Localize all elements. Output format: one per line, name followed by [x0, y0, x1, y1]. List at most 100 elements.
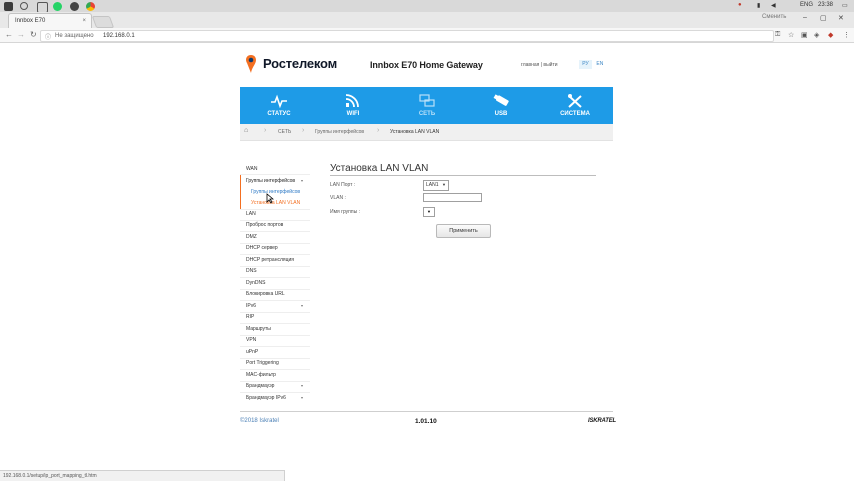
menu-icon[interactable]: ⋮	[843, 31, 850, 39]
new-tab-button[interactable]	[91, 16, 115, 28]
status-url: 192.168.0.1/setup/ip_port_mapping_tl.htm	[3, 473, 97, 479]
browser-tab[interactable]: Innbox E70 ×	[8, 13, 92, 29]
sidebar-item-port-forwarding[interactable]: Проброс портов	[246, 222, 283, 228]
sidebar-item-vpn[interactable]: VPN	[246, 337, 256, 343]
sidebar-item-port-triggering[interactable]: Port Triggering	[246, 360, 279, 366]
back-button[interactable]: ←	[5, 30, 13, 39]
chrome-icon[interactable]	[86, 2, 95, 11]
vlan-input[interactable]	[423, 193, 482, 202]
sidebar-item-dmz[interactable]: DMZ	[246, 234, 257, 240]
tray-flag-icon[interactable]: ●	[738, 2, 742, 8]
sidebar-item-firewall-ipv6[interactable]: Брандмауэр IPv6	[246, 395, 286, 401]
chevron-right-icon: ›	[264, 127, 267, 134]
nav-usb-label: USB	[494, 111, 508, 117]
minimize-button[interactable]: –	[803, 14, 807, 21]
sidebar: WAN Группы интерфейсов ▾ Группы интерфей…	[240, 163, 310, 405]
firmware-version: 1.01.10	[415, 418, 437, 425]
sidebar-item-ipv6[interactable]: IPv6	[246, 303, 256, 309]
search-icon[interactable]	[20, 2, 28, 10]
omnibox[interactable]: ⓘ Не защищено 192.168.0.1	[40, 30, 774, 42]
divider	[240, 335, 310, 336]
divider	[240, 277, 310, 278]
link-separator: |	[540, 62, 543, 68]
sidebar-item-dyndns[interactable]: DynDNS	[246, 280, 265, 286]
bookmark-star-icon[interactable]: ☆	[788, 31, 794, 39]
app-icon[interactable]	[70, 2, 79, 11]
sidebar-item-url-block[interactable]: Блокировка URL	[246, 291, 285, 297]
sidebar-item-dhcp-relay[interactable]: DHCP ретрансляция	[246, 257, 294, 263]
reload-button[interactable]: ↻	[30, 30, 37, 39]
nav-system[interactable]: СИСТЕМА	[538, 87, 612, 124]
sidebar-item-dhcp-server[interactable]: DHCP сервер	[246, 245, 278, 251]
tray-network-icon[interactable]: ▮	[757, 2, 760, 9]
divider	[240, 289, 310, 290]
apply-button[interactable]: Применить	[436, 224, 491, 238]
chevron-down-icon[interactable]: ▾	[301, 303, 303, 308]
security-label[interactable]: Не защищено	[55, 33, 94, 39]
tab-close-icon[interactable]: ×	[82, 18, 86, 24]
home-icon[interactable]: ⌂	[244, 127, 248, 134]
brand-name: Ростелеком	[263, 56, 337, 71]
sidebar-item-wan[interactable]: WAN	[246, 166, 257, 172]
extension-icon[interactable]: ▣	[801, 31, 808, 39]
footer-divider	[240, 411, 613, 412]
sidebar-item-dns[interactable]: DNS	[246, 268, 257, 274]
url-text[interactable]: 192.168.0.1	[103, 33, 135, 39]
divider	[240, 323, 310, 324]
sidebar-item-routes[interactable]: Маршруты	[246, 326, 271, 332]
home-link[interactable]: главная	[521, 62, 539, 68]
profile-button[interactable]: Сменить	[762, 14, 786, 20]
breadcrumb-network[interactable]: СЕТЬ	[278, 129, 291, 135]
sidebar-subitem-interface-groups[interactable]: Группы интерфейсов	[251, 189, 300, 195]
nav-wifi[interactable]: WIFI	[316, 87, 390, 124]
chevron-down-icon[interactable]: ▾	[301, 178, 303, 183]
chevron-down-icon[interactable]: ▾	[301, 395, 303, 400]
divider	[240, 209, 310, 210]
chevron-down-icon[interactable]: ▾	[301, 383, 303, 388]
tab-title: Innbox E70	[15, 18, 46, 24]
copyright: ©2018 Iskratel	[240, 418, 279, 424]
close-window-button[interactable]: ✕	[838, 14, 844, 22]
divider	[240, 243, 310, 244]
tray-language[interactable]: ENG	[800, 2, 813, 8]
lang-en-button[interactable]: EN	[593, 60, 606, 69]
whatsapp-icon[interactable]	[53, 2, 62, 11]
start-icon[interactable]	[4, 2, 13, 11]
lan-port-select[interactable]: LAN1 ▼	[423, 180, 449, 191]
tray-volume-icon[interactable]: ◀	[771, 2, 776, 9]
sidebar-item-rip[interactable]: RIP	[246, 314, 254, 320]
wifi-icon	[345, 94, 359, 108]
divider	[240, 220, 310, 221]
sidebar-item-lan[interactable]: LAN	[246, 211, 256, 217]
maximize-button[interactable]: ▢	[820, 14, 827, 22]
forward-button[interactable]: →	[17, 30, 25, 39]
notifications-icon[interactable]: ▭	[842, 2, 848, 9]
divider	[240, 266, 310, 267]
divider	[240, 358, 310, 359]
sidebar-subitem-lan-vlan[interactable]: Установка LAN VLAN	[251, 200, 300, 206]
sidebar-item-upnp[interactable]: uPnP	[246, 349, 258, 355]
divider	[240, 392, 310, 393]
key-icon[interactable]: ⚿	[775, 31, 780, 39]
sidebar-item-firewall[interactable]: Брандмауэр	[246, 383, 274, 389]
product-name: Innbox E70 Home Gateway	[370, 60, 483, 70]
group-name-select[interactable]: ▼	[423, 207, 435, 217]
extension-icon[interactable]: ◆	[828, 31, 833, 39]
usb-icon	[493, 94, 509, 106]
lang-ru-button[interactable]: РУ	[579, 60, 592, 69]
tray-clock[interactable]: 23:38	[818, 2, 833, 8]
nav-network[interactable]: СЕТЬ	[390, 87, 464, 124]
group-name-label: Имя группы :	[330, 209, 360, 215]
breadcrumb-interface-groups[interactable]: Группы интерфейсов	[315, 129, 364, 135]
extension-icon[interactable]: ◈	[814, 31, 819, 39]
top-links: главная | выйти	[521, 62, 558, 68]
sidebar-item-mac-filter[interactable]: MAC-фильтр	[246, 372, 276, 378]
rostelecom-logo-icon	[246, 55, 256, 73]
logout-link[interactable]: выйти	[543, 62, 557, 68]
sidebar-item-interface-groups[interactable]: Группы интерфейсов	[246, 178, 295, 184]
info-icon[interactable]: ⓘ	[45, 32, 51, 41]
divider	[240, 312, 310, 313]
nav-status[interactable]: СТАТУС	[242, 87, 316, 124]
status-bar: 192.168.0.1/setup/ip_port_mapping_tl.htm	[0, 470, 285, 481]
nav-usb[interactable]: USB	[464, 87, 538, 124]
